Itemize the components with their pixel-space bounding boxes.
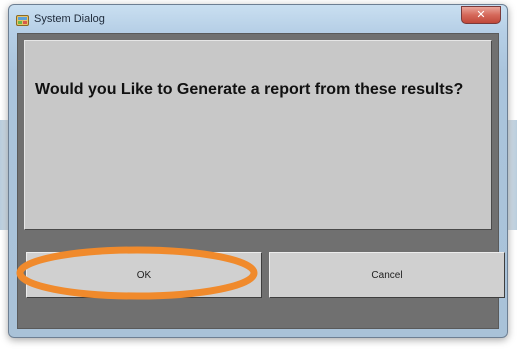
screenshot-stage: System Dialog ✕ Would you Like to Genera… (0, 0, 517, 349)
title-bar[interactable]: System Dialog ✕ (9, 5, 507, 33)
system-dialog-window: System Dialog ✕ Would you Like to Genera… (8, 4, 508, 338)
dialog-message: Would you Like to Generate a report from… (35, 81, 464, 98)
app-icon (16, 13, 29, 26)
cancel-button-label: Cancel (371, 269, 403, 281)
cancel-button[interactable]: Cancel (269, 252, 505, 298)
ok-button-label: OK (136, 269, 152, 281)
ok-button[interactable]: OK (26, 252, 262, 298)
window-title: System Dialog (34, 13, 105, 25)
dialog-client-area: Would you Like to Generate a report from… (17, 33, 505, 329)
close-icon: ✕ (476, 9, 486, 21)
close-button[interactable]: ✕ (461, 6, 501, 24)
message-panel: Would you Like to Generate a report from… (24, 40, 492, 230)
